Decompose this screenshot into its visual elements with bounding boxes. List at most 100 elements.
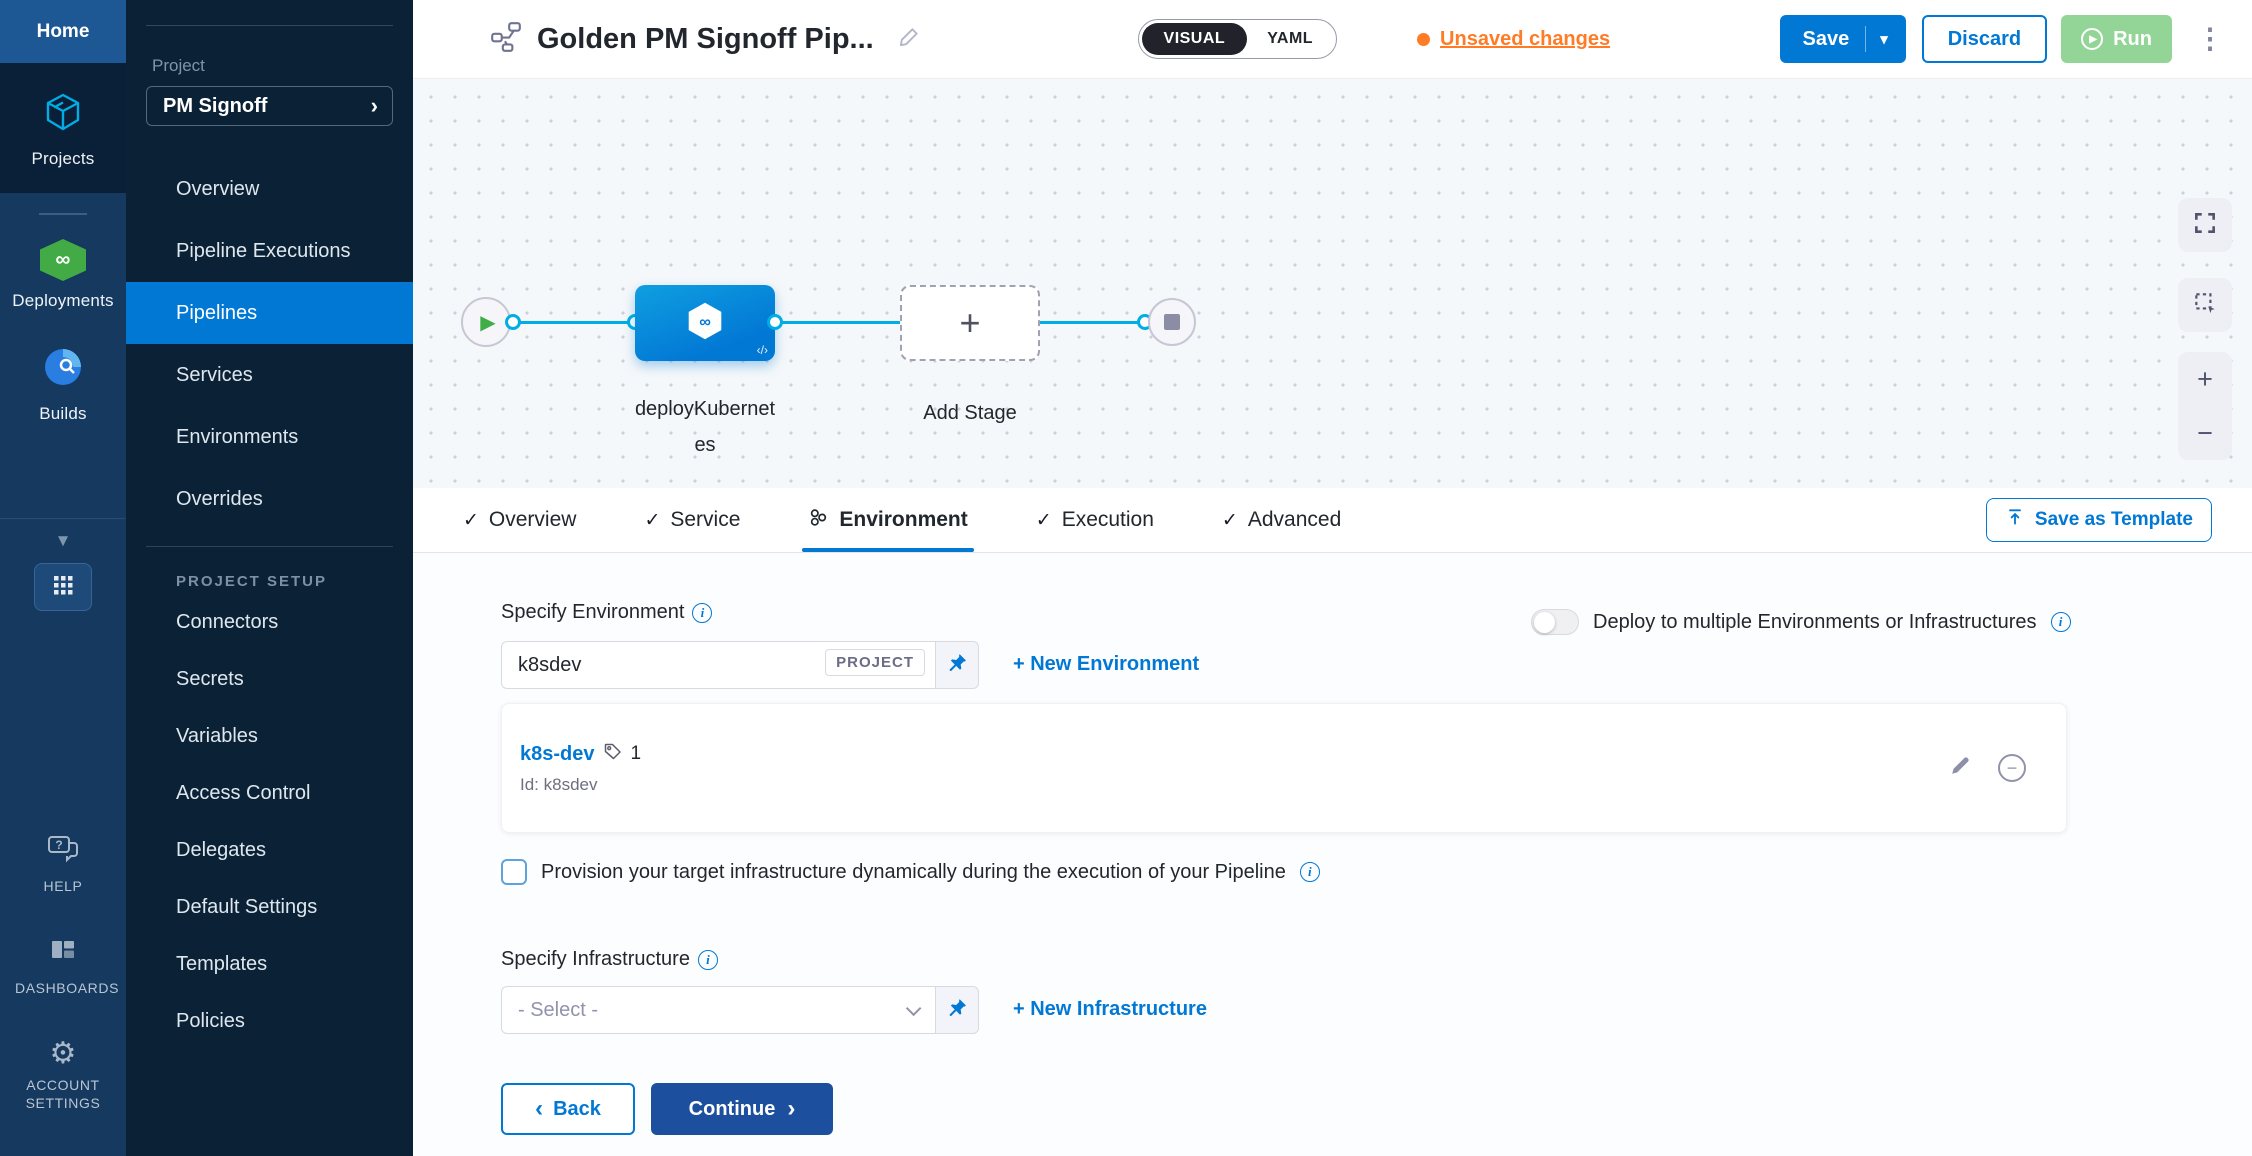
infrastructure-select[interactable]: - Select -	[501, 986, 935, 1034]
sidebar-item-overview[interactable]: Overview	[126, 158, 413, 220]
tab-environment[interactable]: Environment	[808, 488, 967, 552]
project-selector[interactable]: PM Signoff ›	[146, 86, 393, 126]
nav-deployments-label: Deployments	[12, 291, 113, 311]
pipeline-header: Golden PM Signoff Pip... VISUAL YAML Uns…	[413, 0, 2252, 79]
nav-projects[interactable]: Projects	[0, 63, 126, 193]
stage-node-deploykubernetes[interactable]: ∞ ‹/›	[635, 285, 775, 361]
project-setup-menu: Connectors Secrets Variables Access Cont…	[126, 594, 413, 1050]
pin-icon	[946, 997, 968, 1024]
save-as-template-label: Save as Template	[2035, 509, 2193, 531]
sidebar-item-pipeline-executions[interactable]: Pipeline Executions	[126, 220, 413, 282]
pin-environment-button[interactable]	[935, 641, 979, 689]
sidebar-item-access-control[interactable]: Access Control	[126, 765, 413, 822]
builds-icon	[41, 345, 85, 394]
nav-account-settings[interactable]: ⚙ ACCOUNT SETTINGS	[15, 1039, 111, 1112]
sidebar-item-templates[interactable]: Templates	[126, 936, 413, 993]
unsaved-changes[interactable]: Unsaved changes	[1417, 28, 1610, 51]
sidebar-divider	[146, 546, 393, 547]
nav-home[interactable]: Home	[0, 0, 126, 63]
check-icon: ✓	[1222, 509, 1238, 532]
edit-pencil-icon[interactable]	[1948, 754, 1972, 783]
nav-help[interactable]: ? HELP	[15, 833, 111, 895]
provision-checkbox[interactable]	[501, 859, 527, 885]
cd-stage-icon: ∞	[682, 298, 728, 349]
sidebar-item-label: Delegates	[176, 839, 266, 862]
discard-button[interactable]: Discard	[1922, 15, 2047, 63]
toggle-knob	[1534, 612, 1555, 633]
pin-icon	[946, 652, 968, 679]
provision-label: Provision your target infrastructure dyn…	[541, 861, 1286, 884]
new-environment-link[interactable]: + New Environment	[1013, 653, 1199, 676]
zoom-controls: + −	[2178, 352, 2232, 460]
mode-visual[interactable]: VISUAL	[1142, 23, 1248, 55]
visual-yaml-toggle[interactable]: VISUAL YAML	[1138, 19, 1338, 59]
scope-badge: PROJECT	[825, 649, 925, 676]
sidebar-item-variables[interactable]: Variables	[126, 708, 413, 765]
tab-overview[interactable]: ✓ Overview	[463, 488, 576, 552]
grid-icon	[51, 573, 75, 602]
save-button[interactable]: Save ▾	[1780, 15, 1905, 63]
module-switcher-button[interactable]	[34, 563, 92, 611]
sidebar-item-delegates[interactable]: Delegates	[126, 822, 413, 879]
sidebar-item-policies[interactable]: Policies	[126, 993, 413, 1050]
pipeline-start-node[interactable]: ▶	[461, 297, 511, 347]
remove-environment-icon[interactable]: −	[1998, 754, 2026, 782]
tab-label: Environment	[839, 508, 967, 532]
mode-yaml[interactable]: YAML	[1247, 23, 1333, 55]
info-icon[interactable]: i	[1300, 862, 1320, 882]
save-label: Save	[1802, 28, 1849, 51]
pipeline-end-node[interactable]	[1148, 298, 1196, 346]
sidebar-item-label: Access Control	[176, 782, 311, 805]
stop-square-icon	[1164, 314, 1180, 330]
sidebar-item-overrides[interactable]: Overrides	[126, 468, 413, 530]
infrastructure-select-row: - Select -	[501, 986, 979, 1034]
sidebar-item-label: Connectors	[176, 611, 278, 634]
multi-deploy-toggle[interactable]	[1531, 609, 1579, 635]
nav-dashboards[interactable]: DASHBOARDS	[15, 937, 111, 997]
stage-name-label: deployKubernet es	[595, 391, 815, 463]
help-chat-icon: ?	[46, 833, 80, 870]
sidebar-item-pipelines[interactable]: Pipelines	[126, 282, 413, 344]
nav-builds[interactable]: Builds	[0, 327, 126, 440]
save-dropdown-caret[interactable]: ▾	[1865, 26, 1902, 52]
save-as-template-button[interactable]: Save as Template	[1986, 498, 2212, 542]
zoom-out-button[interactable]: −	[2197, 418, 2213, 448]
new-infrastructure-link[interactable]: + New Infrastructure	[1013, 998, 1207, 1021]
environment-name-link[interactable]: k8s-dev	[520, 743, 595, 766]
tab-advanced[interactable]: ✓ Advanced	[1222, 488, 1341, 552]
nav-deployments[interactable]: ∞ Deployments	[0, 221, 126, 327]
environment-card-info: k8s-dev 1 Id: k8sdev	[520, 742, 641, 795]
info-icon[interactable]: i	[692, 603, 712, 623]
fullscreen-button[interactable]	[2178, 198, 2232, 252]
sidebar-item-connectors[interactable]: Connectors	[126, 594, 413, 651]
add-stage-node[interactable]: +	[900, 285, 1040, 361]
tab-service[interactable]: ✓ Service	[644, 488, 740, 552]
back-button[interactable]: ‹ Back	[501, 1083, 635, 1135]
run-button[interactable]: ▶ Run	[2061, 15, 2172, 63]
run-label: Run	[2113, 28, 2152, 51]
minus-glyph: −	[2007, 758, 2018, 779]
sidebar-item-label: Default Settings	[176, 896, 317, 919]
stage-type-mini-icon: ‹/›	[757, 343, 768, 357]
edit-title-pencil-icon[interactable]	[898, 25, 921, 53]
continue-button[interactable]: Continue ›	[651, 1083, 833, 1135]
kebab-menu-icon[interactable]: ⋮	[2196, 25, 2224, 53]
nav-collapse[interactable]: ▼	[0, 518, 126, 551]
sidebar-item-environments[interactable]: Environments	[126, 406, 413, 468]
info-icon[interactable]: i	[698, 950, 718, 970]
multi-deploy-label: Deploy to multiple Environments or Infra…	[1593, 611, 2037, 634]
sidebar-item-secrets[interactable]: Secrets	[126, 651, 413, 708]
sidebar-item-default-settings[interactable]: Default Settings	[126, 879, 413, 936]
tab-execution[interactable]: ✓ Execution	[1036, 488, 1154, 552]
pipeline-canvas[interactable]: ▶ ∞ ‹/› + deployKubernet es Ad	[413, 79, 2252, 488]
pin-infrastructure-button[interactable]	[935, 986, 979, 1034]
chevron-down-icon: ▾	[1880, 30, 1888, 48]
sidebar-item-label: Environments	[176, 426, 298, 449]
nav-builds-label: Builds	[39, 404, 87, 424]
environment-panel: Specify Environment i PROJECT + New Envi…	[413, 553, 2252, 1156]
project-setup-header: PROJECT SETUP	[176, 573, 413, 590]
zoom-in-button[interactable]: +	[2197, 364, 2213, 394]
marquee-select-button[interactable]	[2178, 278, 2232, 332]
sidebar-item-services[interactable]: Services	[126, 344, 413, 406]
info-icon[interactable]: i	[2051, 612, 2071, 632]
